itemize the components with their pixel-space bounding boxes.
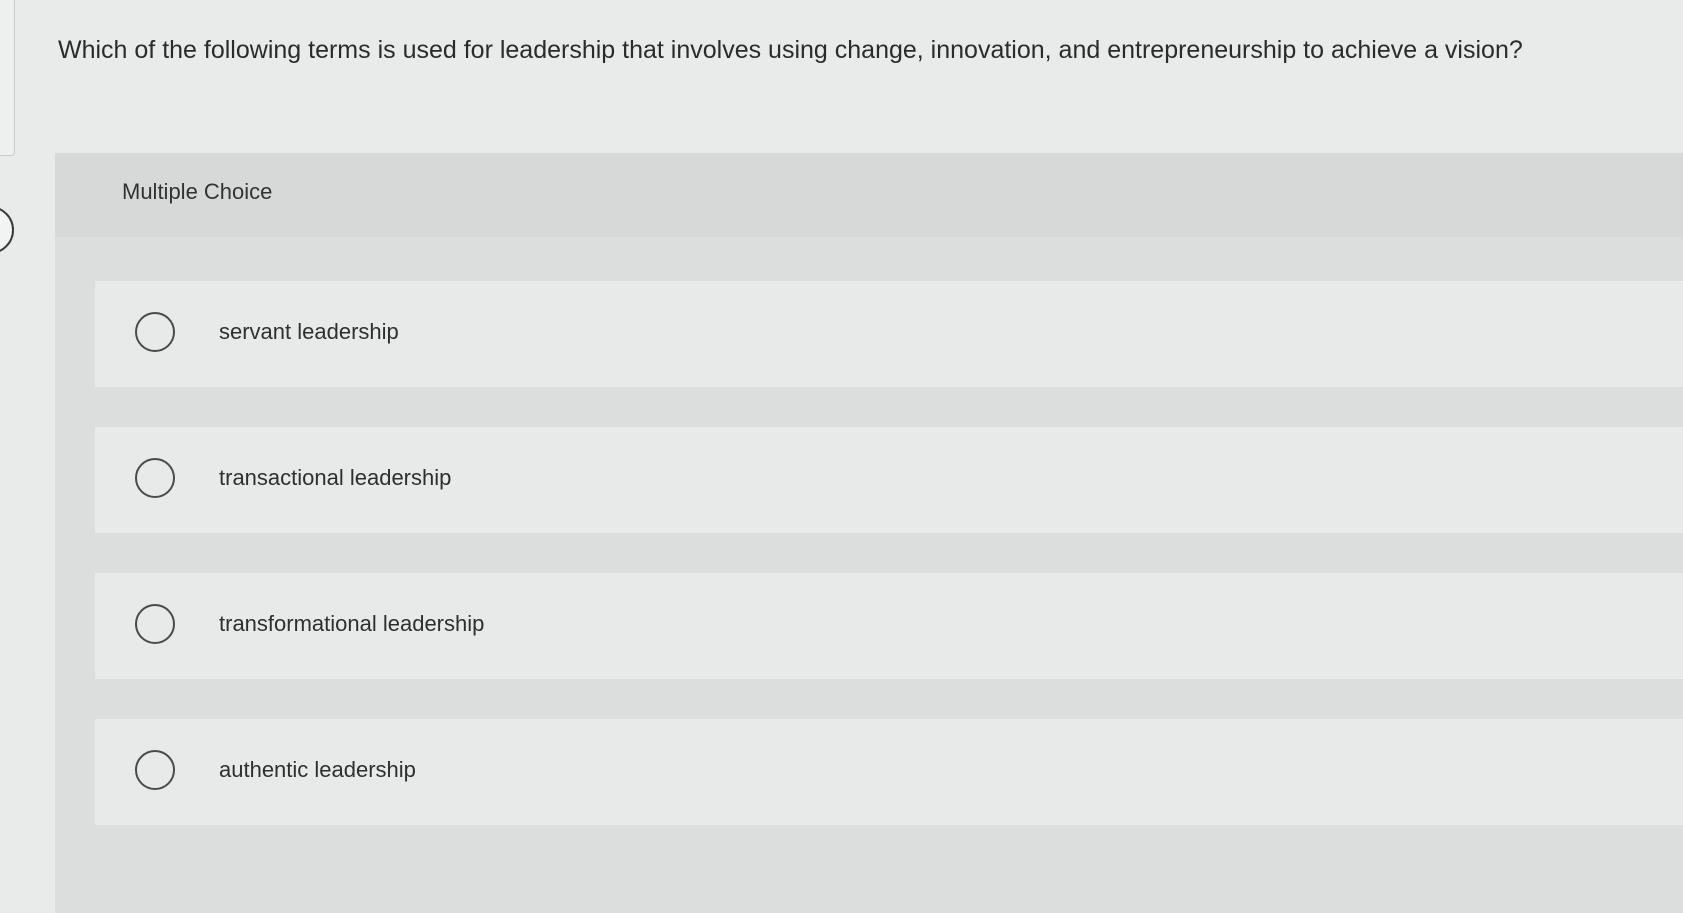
answer-option-label: transactional leadership bbox=[219, 465, 452, 490]
radio-button[interactable] bbox=[135, 312, 175, 352]
answer-option-transactional-leadership[interactable]: transactional leadership bbox=[95, 427, 1683, 533]
side-collapse-tab[interactable] bbox=[0, 206, 14, 254]
answer-option-authentic-leadership[interactable]: authentic leadership bbox=[95, 719, 1683, 825]
answer-option-label: servant leadership bbox=[219, 319, 399, 344]
answer-options: servant leadership transactional leaders… bbox=[95, 281, 1683, 865]
multiple-choice-panel: Multiple Choice servant leadership trans… bbox=[55, 153, 1683, 913]
question-type-label: Multiple Choice bbox=[122, 179, 273, 204]
panel-header: Multiple Choice bbox=[55, 153, 1683, 237]
answer-option-label: authentic leadership bbox=[219, 757, 416, 782]
question-text: Which of the following terms is used for… bbox=[58, 36, 1523, 64]
radio-button[interactable] bbox=[135, 750, 175, 790]
answer-option-transformational-leadership[interactable]: transformational leadership bbox=[95, 573, 1683, 679]
answer-option-label: transformational leadership bbox=[219, 611, 485, 636]
left-frame-edge bbox=[0, 0, 15, 156]
answer-option-servant-leadership[interactable]: servant leadership bbox=[95, 281, 1683, 387]
radio-button[interactable] bbox=[135, 604, 175, 644]
radio-button[interactable] bbox=[135, 458, 175, 498]
